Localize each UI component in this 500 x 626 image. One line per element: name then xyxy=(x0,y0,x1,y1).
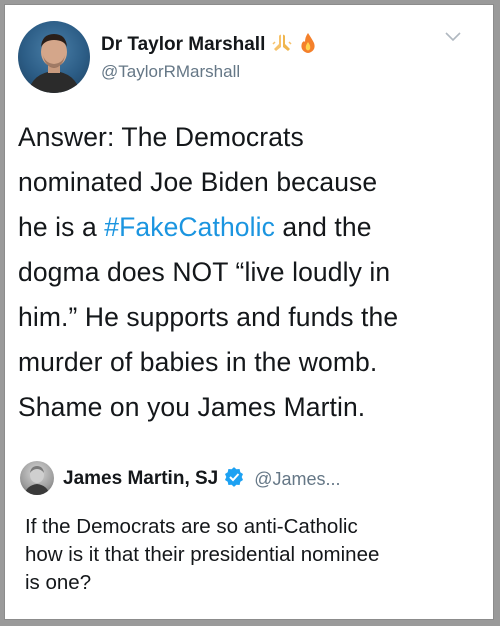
quoted-tweet[interactable]: James Martin, SJ @James... If the Democr… xyxy=(17,451,483,616)
tweet-text-line: Shame on you James Martin. xyxy=(18,392,366,422)
quoted-author-avatar[interactable] xyxy=(20,461,54,495)
verified-badge-icon xyxy=(224,466,244,492)
folded-hands-emoji xyxy=(271,32,293,59)
fire-emoji xyxy=(299,32,317,59)
tweet-text-line: Answer: The Democrats xyxy=(18,122,304,152)
tweet-text-line: murder of babies in the womb. xyxy=(18,347,378,377)
tweet-text: Answer: The Democrats nominated Joe Bide… xyxy=(18,115,488,430)
hashtag-link[interactable]: #FakeCatholic xyxy=(104,212,275,242)
quoted-tweet-text: If the Democrats are so anti-Catholic ho… xyxy=(25,513,483,597)
quoted-text-line: If the Democrats are so anti-Catholic xyxy=(25,515,358,538)
chevron-down-icon[interactable] xyxy=(443,29,463,43)
quoted-author-name[interactable]: James Martin, SJ xyxy=(63,468,218,490)
tweet-text-line: him.” He supports and funds the xyxy=(18,302,399,332)
author-handle[interactable]: @TaylorRMarshall xyxy=(101,62,240,82)
author-display-name[interactable]: Dr Taylor Marshall xyxy=(101,34,265,56)
quoted-author-row[interactable]: James Martin, SJ @James... xyxy=(63,466,341,492)
quoted-text-line: how is it that their presidential nomine… xyxy=(25,543,380,566)
tweet-text-line: he is a #FakeCatholic and the xyxy=(18,212,372,242)
tweet-text-line: nominated Joe Biden because xyxy=(18,167,378,197)
tweet-card: Dr Taylor Marshall @TaylorRMarshall Answ… xyxy=(4,4,494,620)
tweet-text-line: dogma does NOT “live loudly in xyxy=(18,257,391,287)
quoted-author-handle[interactable]: @James... xyxy=(254,469,340,490)
author-avatar[interactable] xyxy=(18,21,90,93)
quoted-text-line: is one? xyxy=(25,571,92,594)
author-name-row[interactable]: Dr Taylor Marshall xyxy=(101,32,317,59)
